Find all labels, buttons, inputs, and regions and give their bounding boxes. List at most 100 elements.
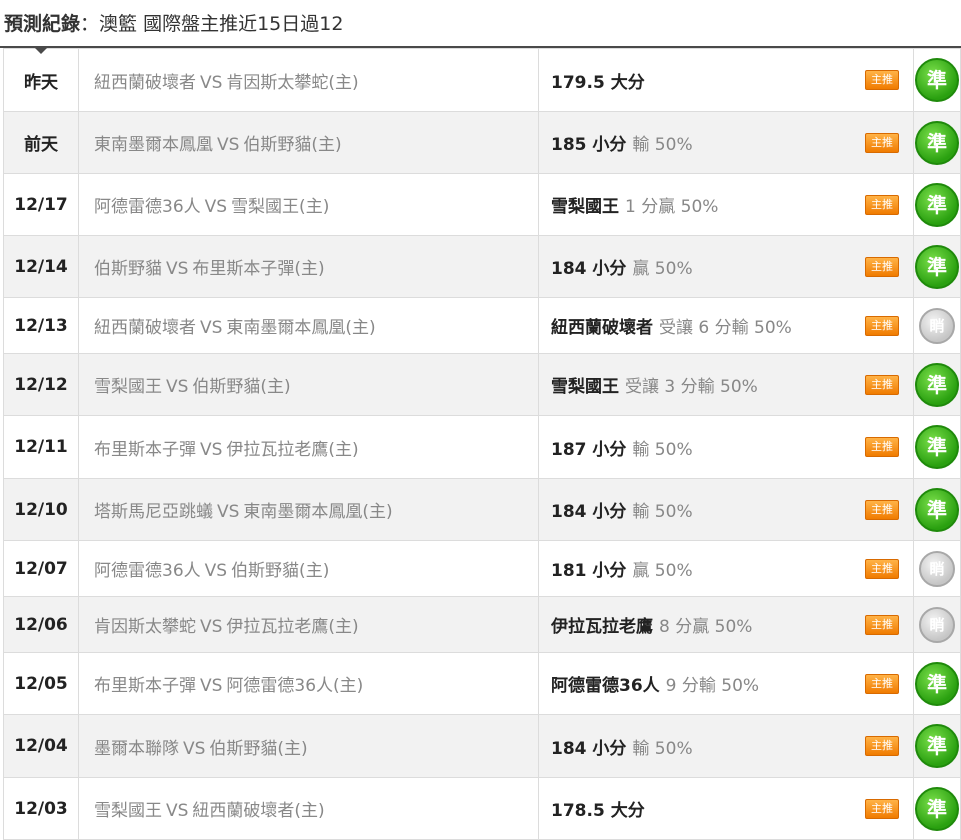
vs-label: VS: [200, 318, 223, 338]
row-match[interactable]: 雪梨國王 VS 伯斯野貓(主): [78, 353, 539, 416]
vs-label: VS: [204, 561, 228, 581]
pick-main: 伊拉瓦拉老鷹: [551, 617, 653, 637]
vs-label: VS: [217, 502, 240, 522]
away-team: 東南墨爾本鳳凰(主): [243, 502, 393, 522]
pick-main: 179.5 大分: [551, 72, 645, 93]
result-correct-badge: 準: [915, 244, 959, 289]
pick-main: 阿德雷德36人: [551, 676, 660, 696]
pick-main: 雪梨國王: [551, 197, 619, 217]
pick-main: 185 小分: [551, 135, 627, 155]
row-match[interactable]: 東南墨爾本鳳凰 VS 伯斯野貓(主): [78, 111, 539, 174]
pick-main: 181 小分: [551, 561, 627, 581]
vs-label: VS: [200, 439, 223, 460]
row-date: 12/13: [3, 297, 79, 354]
row-result: 準: [913, 652, 961, 715]
result-correct-badge: 準: [915, 120, 959, 165]
pick-detail: 輸 50%: [632, 135, 693, 155]
pick-main: 雪梨國王: [551, 377, 619, 397]
row-match[interactable]: 阿德雷德36人 VS 雪梨國王(主): [78, 173, 539, 236]
row-match[interactable]: 紐西蘭破壞者 VS 肯因斯太攀蛇(主): [78, 48, 539, 112]
home-team: 阿德雷德36人: [94, 561, 201, 581]
home-team: 布里斯本子彈: [94, 676, 196, 696]
row-date: 12/11: [3, 415, 79, 479]
home-team: 紐西蘭破壞者: [94, 318, 196, 338]
away-team: 伯斯野貓(主): [209, 738, 308, 759]
row-result: 準: [913, 353, 961, 416]
pick-detail: 輸 50%: [632, 439, 693, 460]
table-row: 昨天 紐西蘭破壞者 VS 肯因斯太攀蛇(主) 179.5 大分 主推準: [3, 48, 961, 112]
result-push-badge: 睄: [919, 307, 955, 344]
row-pick: 185 小分輸 50% 主推: [538, 111, 914, 174]
result-correct-badge: 準: [915, 724, 959, 768]
row-match[interactable]: 阿德雷德36人 VS 伯斯野貓(主): [78, 540, 539, 597]
page-title: 預測紀錄：澳籃 國際盤主推近15日過12: [4, 9, 343, 36]
page-header: 預測紀錄：澳籃 國際盤主推近15日過12: [0, 0, 961, 54]
home-team: 雪梨國王: [94, 801, 162, 821]
row-pick: 雪梨國王 受讓 3 分輸 50% 主推: [538, 353, 914, 416]
row-result: 準: [913, 478, 961, 541]
row-match[interactable]: 紐西蘭破壞者 VS 東南墨爾本鳳凰(主): [78, 297, 539, 354]
table-row: 12/07 阿德雷德36人 VS 伯斯野貓(主) 181 小分贏 50% 主推睄: [3, 540, 961, 597]
row-date: 12/06: [3, 596, 79, 653]
home-team: 紐西蘭破壞者: [94, 72, 196, 93]
pick-detail: 輸 50%: [632, 502, 693, 522]
header-pointer: [34, 47, 48, 54]
pick-main: 紐西蘭破壞者: [551, 318, 653, 338]
row-date: 12/03: [3, 777, 79, 840]
row-date: 12/14: [3, 235, 79, 298]
row-match[interactable]: 布里斯本子彈 VS 阿德雷德36人(主): [78, 652, 539, 715]
vs-label: VS: [200, 676, 223, 696]
row-date: 12/17: [3, 173, 79, 236]
recommend-tag: 主推: [865, 70, 899, 90]
away-team: 伊拉瓦拉老鷹(主): [226, 439, 359, 460]
row-pick: 178.5 大分 主推: [538, 777, 914, 840]
result-correct-badge: 準: [915, 58, 959, 102]
row-date: 昨天: [3, 48, 79, 112]
row-result: 準: [913, 48, 961, 112]
away-team: 伯斯野貓(主): [231, 561, 330, 581]
away-team: 肯因斯太攀蛇(主): [226, 72, 359, 93]
vs-label: VS: [183, 738, 206, 759]
recommend-tag: 主推: [865, 736, 899, 756]
row-match[interactable]: 雪梨國王 VS 紐西蘭破壞者(主): [78, 777, 539, 840]
row-match[interactable]: 布里斯本子彈 VS 伊拉瓦拉老鷹(主): [78, 415, 539, 479]
row-match[interactable]: 伯斯野貓 VS 布里斯本子彈(主): [78, 235, 539, 298]
row-match[interactable]: 墨爾本聯隊 VS 伯斯野貓(主): [78, 714, 539, 778]
row-result: 準: [913, 777, 961, 840]
row-match[interactable]: 塔斯馬尼亞跳蟻 VS 東南墨爾本鳳凰(主): [78, 478, 539, 541]
result-correct-badge: 準: [915, 362, 959, 407]
recommend-tag: 主推: [865, 315, 899, 336]
table-row: 12/12 雪梨國王 VS 伯斯野貓(主) 雪梨國王 受讓 3 分輸 50% 主推準: [3, 353, 961, 416]
result-correct-badge: 準: [915, 425, 959, 469]
pick-main: 187 小分: [551, 439, 627, 460]
title-separator: ：: [80, 13, 100, 35]
table-row: 12/04 墨爾本聯隊 VS 伯斯野貓(主) 184 小分輸 50% 主推準: [3, 714, 961, 778]
away-team: 布里斯本子彈(主): [192, 259, 325, 279]
pick-main: 178.5 大分: [551, 801, 645, 821]
row-date: 12/10: [3, 478, 79, 541]
row-match[interactable]: 肯因斯太攀蛇 VS 伊拉瓦拉老鷹(主): [78, 596, 539, 653]
title-text: 澳籃 國際盤主推近15日過12: [99, 13, 344, 35]
table-row: 12/13 紐西蘭破壞者 VS 東南墨爾本鳳凰(主) 紐西蘭破壞者 受讓 6 分輸 50%…: [3, 297, 961, 354]
home-team: 阿德雷德36人: [94, 197, 201, 217]
pick-detail: 贏 50%: [632, 561, 693, 581]
table-row: 12/05 布里斯本子彈 VS 阿德雷德36人(主) 阿德雷德36人 9 分輸 50% 主推…: [3, 652, 961, 715]
result-push-badge: 睄: [919, 550, 955, 587]
recommend-tag: 主推: [865, 194, 899, 215]
row-pick: 184 小分輸 50% 主推: [538, 714, 914, 778]
row-result: 睄: [913, 540, 961, 597]
pick-main: 184 小分: [551, 738, 627, 759]
row-date: 前天: [3, 111, 79, 174]
table-row: 12/14 伯斯野貓 VS 布里斯本子彈(主) 184 小分贏 50% 主推準: [3, 235, 961, 298]
recommend-tag: 主推: [865, 673, 899, 694]
row-date: 12/04: [3, 714, 79, 778]
vs-label: VS: [166, 377, 189, 397]
home-team: 肯因斯太攀蛇: [94, 617, 196, 637]
away-team: 雪梨國王(主): [231, 197, 330, 217]
row-pick: 187 小分輸 50% 主推: [538, 415, 914, 479]
away-team: 伊拉瓦拉老鷹(主): [226, 617, 359, 637]
table-row: 12/17 阿德雷德36人 VS 雪梨國王(主) 雪梨國王 1 分贏 50% 主推準: [3, 173, 961, 236]
table-row: 前天 東南墨爾本鳳凰 VS 伯斯野貓(主) 185 小分輸 50% 主推準: [3, 111, 961, 174]
row-result: 準: [913, 714, 961, 778]
away-team: 伯斯野貓(主): [192, 377, 291, 397]
